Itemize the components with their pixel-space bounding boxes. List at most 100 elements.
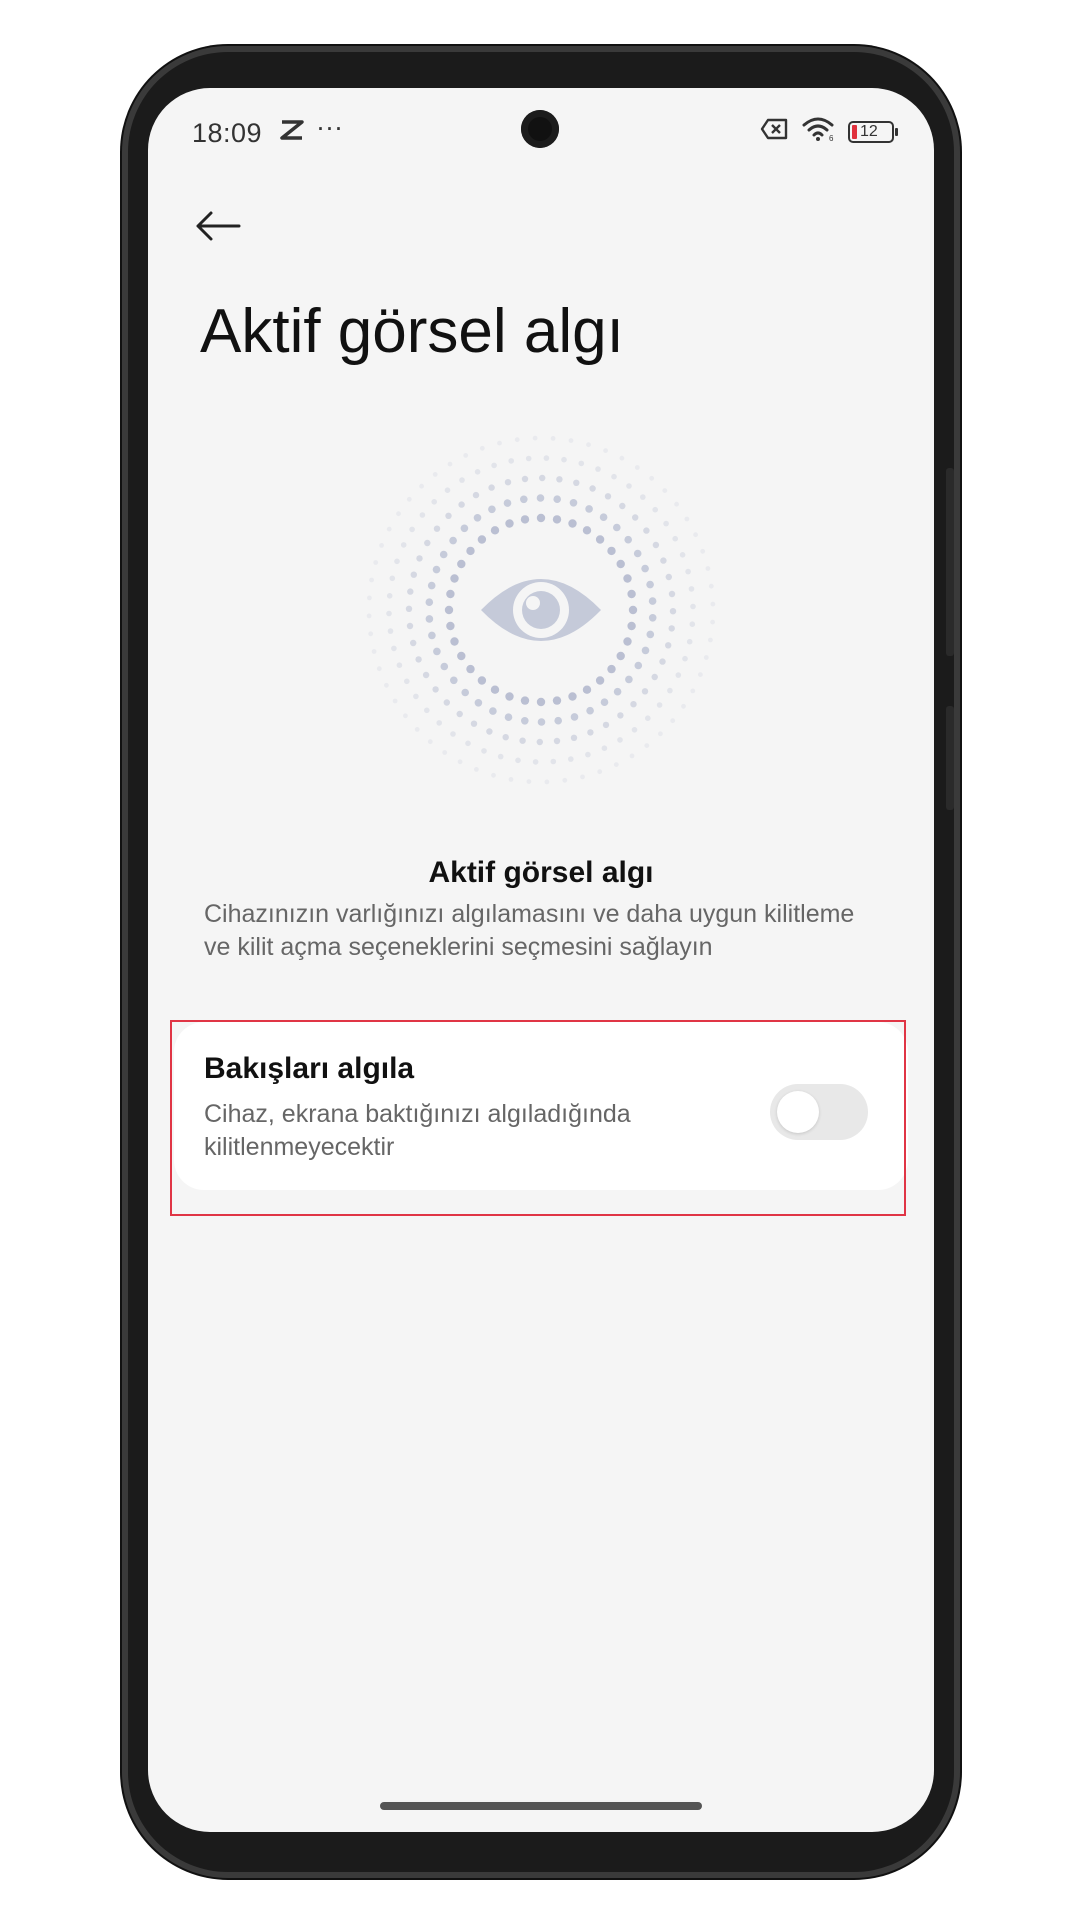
decorative-dot — [632, 514, 639, 521]
decorative-dot — [521, 475, 529, 483]
decorative-dot — [543, 455, 550, 461]
decorative-dot — [700, 548, 706, 554]
decorative-dot — [433, 647, 441, 656]
decorative-dot — [491, 772, 496, 778]
decorative-dot — [479, 445, 485, 451]
decorative-dot — [674, 501, 679, 507]
decorative-dot — [649, 475, 655, 481]
decorative-dot — [472, 491, 480, 499]
decorative-dot — [394, 558, 400, 565]
decorative-dot — [403, 713, 408, 719]
decorative-dot — [646, 630, 655, 639]
decorative-dot — [376, 666, 382, 672]
decorative-dot — [406, 496, 412, 502]
decorative-dot — [682, 655, 688, 662]
decorative-dot — [456, 710, 463, 718]
decorative-dot — [552, 696, 562, 705]
decorative-dot — [447, 461, 453, 467]
decorative-dot — [641, 688, 649, 695]
decorative-dot — [603, 448, 608, 453]
decorative-dot — [585, 751, 591, 758]
decorative-dot — [693, 532, 698, 538]
decorative-dot — [611, 473, 617, 480]
decorative-dot — [658, 731, 663, 737]
decorative-dot — [503, 499, 512, 507]
detect-gaze-setting[interactable]: Bakışları algıla Cihaz, ekrana baktığını… — [174, 1022, 908, 1190]
decorative-dot — [444, 605, 454, 615]
decorative-dot — [410, 571, 417, 578]
decorative-dot — [450, 676, 458, 685]
decorative-dot — [544, 779, 550, 785]
detect-gaze-toggle[interactable] — [770, 1084, 868, 1140]
decorative-dot — [490, 526, 500, 535]
decorative-dot — [474, 767, 479, 772]
decorative-dot — [436, 720, 442, 726]
home-indicator[interactable] — [380, 1802, 702, 1810]
decorative-dot — [630, 701, 637, 708]
decorative-dot — [457, 759, 463, 765]
decorative-dot — [652, 506, 658, 513]
decorative-dot — [668, 625, 675, 632]
decorative-dot — [554, 716, 562, 725]
decorative-dot — [488, 484, 495, 491]
decorative-dot — [504, 479, 512, 486]
decorative-dot — [578, 460, 585, 467]
decorative-dot — [685, 568, 691, 575]
decorative-dot — [431, 499, 437, 505]
power-button — [946, 706, 954, 810]
decorative-dot — [679, 552, 686, 558]
decorative-dot — [601, 745, 608, 751]
decorative-dot — [619, 455, 625, 461]
decorative-dot — [667, 687, 673, 694]
decorative-dot — [406, 622, 414, 630]
toggle-knob — [777, 1091, 819, 1133]
decorative-dot — [624, 535, 632, 544]
decorative-dot — [474, 469, 481, 475]
decorative-dot — [473, 514, 482, 522]
page-title: Aktif görsel algı — [200, 297, 624, 366]
decorative-dot — [646, 580, 654, 589]
decorative-dot — [536, 697, 546, 707]
decorative-dot — [681, 703, 686, 709]
decorative-dot — [504, 713, 513, 721]
decorative-dot — [552, 515, 562, 524]
decorative-dot — [508, 777, 514, 782]
decorative-dot — [396, 511, 401, 517]
decorative-dot — [396, 662, 403, 668]
decorative-dot — [648, 597, 657, 605]
decorative-dot — [587, 729, 594, 736]
decorative-dot — [428, 631, 436, 640]
decorative-dot — [488, 505, 496, 514]
back-button[interactable] — [192, 200, 244, 252]
decorative-dot — [371, 649, 377, 654]
decorative-dot — [628, 605, 638, 615]
decorative-dot — [689, 621, 696, 627]
decorative-dot — [425, 615, 434, 623]
decorative-dot — [440, 662, 449, 671]
decorative-dot — [445, 512, 452, 519]
eye-icon — [481, 579, 601, 641]
decorative-dot — [634, 465, 640, 470]
decorative-dot — [595, 466, 601, 472]
decorative-dot — [520, 495, 528, 504]
decorative-dot — [595, 676, 605, 685]
decorative-dot — [477, 535, 487, 544]
decorative-dot — [641, 564, 649, 573]
decorative-dot — [466, 546, 475, 556]
battery-icon: 12 — [848, 120, 898, 143]
decorative-dot — [585, 505, 593, 513]
decorative-dot — [595, 535, 605, 544]
wifi-icon: 6 — [802, 116, 836, 147]
decorative-dot — [570, 713, 579, 721]
decorative-dot — [569, 499, 578, 507]
section-description: Cihazınızın varlığınızı algılamasını ve … — [204, 900, 855, 961]
decorative-dot — [550, 436, 556, 441]
decorative-dot — [373, 560, 379, 565]
decorative-dot — [629, 753, 635, 759]
decorative-dot — [537, 718, 546, 726]
decorative-dot — [425, 598, 434, 606]
decorative-dot — [597, 769, 603, 775]
decorative-dot — [459, 477, 465, 483]
decorative-dot — [463, 453, 469, 458]
decorative-dot — [505, 519, 514, 528]
